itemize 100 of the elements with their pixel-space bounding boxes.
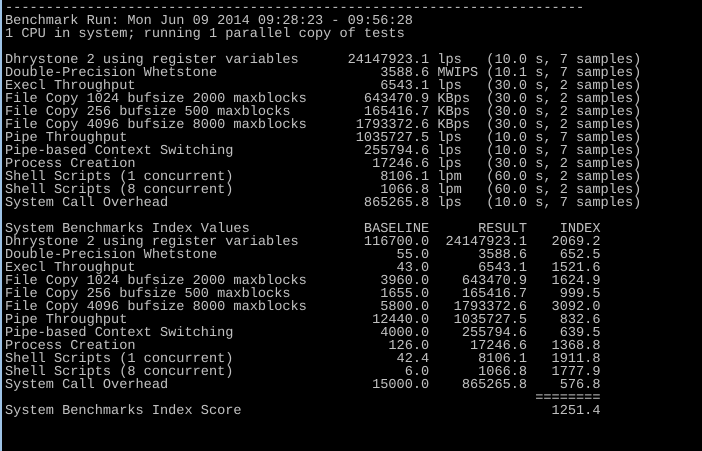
unit-label: lps	[437, 145, 462, 158]
run-details: (30.0 s, 2 samples)	[486, 158, 642, 171]
benchmark-value: 165416.7	[364, 106, 430, 119]
index-value: 1368.8	[552, 340, 600, 353]
run-info: Benchmark Run: Mon Jun 09 2014 09:28:23 - 09:56:28	[5, 15, 413, 28]
result-value: 17246.6	[470, 340, 528, 353]
baseline-value: 3960.0	[380, 275, 430, 288]
section-title: System Benchmarks Index Values	[5, 223, 250, 236]
result-value: 3588.6	[478, 249, 528, 262]
run-details: (30.0 s, 2 samples)	[486, 80, 642, 93]
run-details: (10.0 s, 7 samples)	[486, 132, 642, 145]
unit-label: lps	[437, 54, 462, 67]
result-value: 643470.9	[462, 275, 528, 288]
index-value: 639.5	[560, 327, 600, 340]
unit-label: KBps	[437, 93, 470, 106]
result-value: 165416.7	[462, 288, 528, 301]
result-value: 1066.8	[478, 366, 528, 379]
run-details: (10.0 s, 7 samples)	[486, 145, 642, 158]
unit-label: lps	[437, 158, 462, 171]
baseline-value: 1655.0	[380, 288, 430, 301]
benchmark-name: Pipe Throughput	[5, 132, 128, 145]
test-name: Dhrystone 2 using register variables	[5, 236, 299, 249]
benchmark-value: 3588.6	[380, 67, 430, 80]
benchmark-value: 1066.8	[380, 184, 430, 197]
baseline-value: 5800.0	[380, 301, 430, 314]
test-name: Pipe Throughput	[5, 314, 128, 327]
result-value: 8106.1	[478, 353, 528, 366]
benchmark-name: File Copy 4096 bufsize 8000 maxblocks	[5, 119, 307, 132]
baseline-value: 12440.0	[372, 314, 430, 327]
index-value: 832.6	[560, 314, 600, 327]
index-value: 576.8	[560, 379, 600, 392]
test-name: Shell Scripts (1 concurrent)	[5, 353, 234, 366]
index-value: 1777.9	[552, 366, 600, 379]
column-header: BASELINE	[364, 223, 430, 236]
unit-label: lpm	[437, 171, 462, 184]
benchmark-name: Pipe-based Context Switching	[5, 145, 234, 158]
benchmark-name: Dhrystone 2 using register variables	[5, 54, 299, 67]
benchmark-value: 8106.1	[380, 171, 430, 184]
benchmark-value: 17246.6	[372, 158, 430, 171]
benchmark-name: File Copy 1024 bufsize 2000 maxblocks	[5, 93, 307, 106]
index-value: 1911.8	[552, 353, 600, 366]
benchmark-value: 865265.8	[364, 197, 430, 210]
result-value: 255794.6	[462, 327, 528, 340]
test-name: Pipe-based Context Switching	[5, 327, 234, 340]
benchmark-value: 1035727.5	[356, 132, 430, 145]
benchmark-value: 24147923.1	[348, 54, 430, 67]
unit-label: lpm	[437, 184, 462, 197]
result-value: 1793372.6	[454, 301, 528, 314]
run-details: (10.0 s, 7 samples)	[486, 197, 642, 210]
benchmark-name: Shell Scripts (8 concurrent)	[5, 184, 234, 197]
run-details: (10.1 s, 7 samples)	[486, 67, 642, 80]
index-value: 652.5	[560, 249, 600, 262]
result-value: 24147923.1	[446, 236, 528, 249]
result-value: 6543.1	[478, 262, 528, 275]
divider-line: -----------------------------------------------------------------------	[5, 2, 584, 15]
baseline-value: 15000.0	[372, 379, 430, 392]
baseline-value: 42.4	[396, 353, 430, 366]
benchmark-name: Shell Scripts (1 concurrent)	[5, 171, 234, 184]
baseline-value: 43.0	[396, 262, 430, 275]
test-name: Double-Precision Whetstone	[5, 249, 218, 262]
unit-label: lps	[437, 80, 462, 93]
baseline-value: 116700.0	[364, 236, 430, 249]
test-name: File Copy 4096 bufsize 8000 maxblocks	[5, 301, 307, 314]
column-header: RESULT	[478, 223, 528, 236]
test-name: Process Creation	[5, 340, 136, 353]
index-value: 1624.9	[552, 275, 600, 288]
index-score: 1251.4	[552, 405, 600, 418]
benchmark-name: File Copy 256 bufsize 500 maxblocks	[5, 106, 291, 119]
score-label: System Benchmarks Index Score	[5, 405, 242, 418]
unit-label: lps	[437, 197, 462, 210]
baseline-value: 6.0	[404, 366, 430, 379]
run-details: (30.0 s, 2 samples)	[486, 119, 642, 132]
unit-label: MWIPS	[437, 67, 478, 80]
run-details: (60.0 s, 2 samples)	[486, 171, 642, 184]
index-value: 999.5	[560, 288, 600, 301]
benchmark-name: System Call Overhead	[5, 197, 168, 210]
index-value: 1521.6	[552, 262, 600, 275]
test-name: File Copy 256 bufsize 500 maxblocks	[5, 288, 291, 301]
test-name: Shell Scripts (8 concurrent)	[5, 366, 234, 379]
column-header: INDEX	[560, 223, 600, 236]
test-name: File Copy 1024 bufsize 2000 maxblocks	[5, 275, 307, 288]
run-details: (30.0 s, 2 samples)	[486, 106, 642, 119]
total-rule: ========	[535, 392, 600, 405]
system-info: 1 CPU in system; running 1 parallel copy of tests	[5, 28, 405, 41]
benchmark-name: Execl Throughput	[5, 80, 136, 93]
test-name: System Call Overhead	[5, 379, 168, 392]
unit-label: lps	[437, 132, 462, 145]
unit-label: KBps	[437, 119, 470, 132]
benchmark-value: 1793372.6	[356, 119, 430, 132]
baseline-value: 126.0	[388, 340, 430, 353]
baseline-value: 4000.0	[380, 327, 430, 340]
benchmark-value: 255794.6	[364, 145, 430, 158]
benchmark-value: 6543.1	[380, 80, 430, 93]
baseline-value: 55.0	[396, 249, 430, 262]
result-value: 1035727.5	[454, 314, 528, 327]
result-value: 865265.8	[462, 379, 528, 392]
benchmark-name: Double-Precision Whetstone	[5, 67, 218, 80]
index-value: 2069.2	[552, 236, 600, 249]
run-details: (30.0 s, 2 samples)	[486, 93, 642, 106]
index-value: 3092.0	[552, 301, 600, 314]
